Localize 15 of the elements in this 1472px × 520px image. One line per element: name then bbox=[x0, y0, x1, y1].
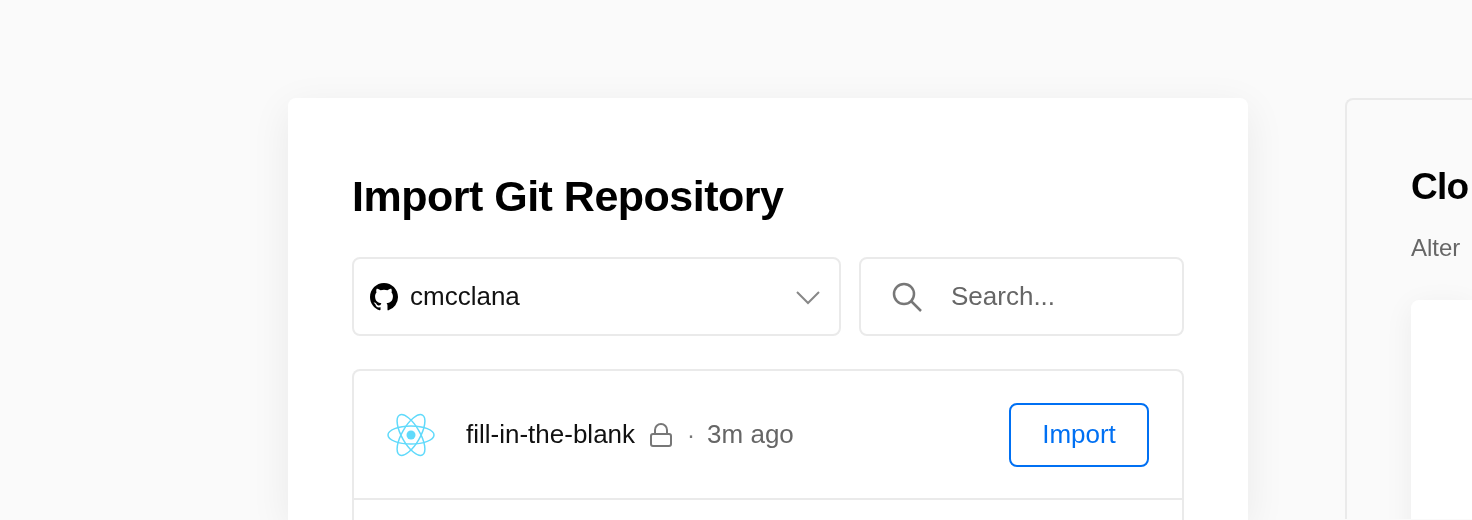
separator-dot: · bbox=[687, 420, 696, 449]
atom-icon bbox=[386, 411, 436, 458]
updated-time: 3m ago bbox=[707, 419, 794, 450]
page-title: Import Git Repository bbox=[352, 171, 785, 222]
section-subtitle: Alter bbox=[1411, 234, 1461, 262]
search-input[interactable]: Search... bbox=[949, 280, 1153, 313]
github-icon bbox=[370, 282, 398, 311]
section-title: Clo bbox=[1411, 165, 1469, 209]
search-field[interactable]: Search... bbox=[859, 257, 1184, 336]
chevron-down-icon bbox=[795, 288, 821, 305]
import-button[interactable]: Import bbox=[1009, 402, 1149, 467]
account-name: cmcclana bbox=[410, 281, 521, 312]
search-icon bbox=[891, 280, 923, 313]
account-dropdown[interactable]: cmcclana bbox=[352, 257, 841, 336]
repository-name: fill-in-the-blank bbox=[466, 419, 636, 450]
